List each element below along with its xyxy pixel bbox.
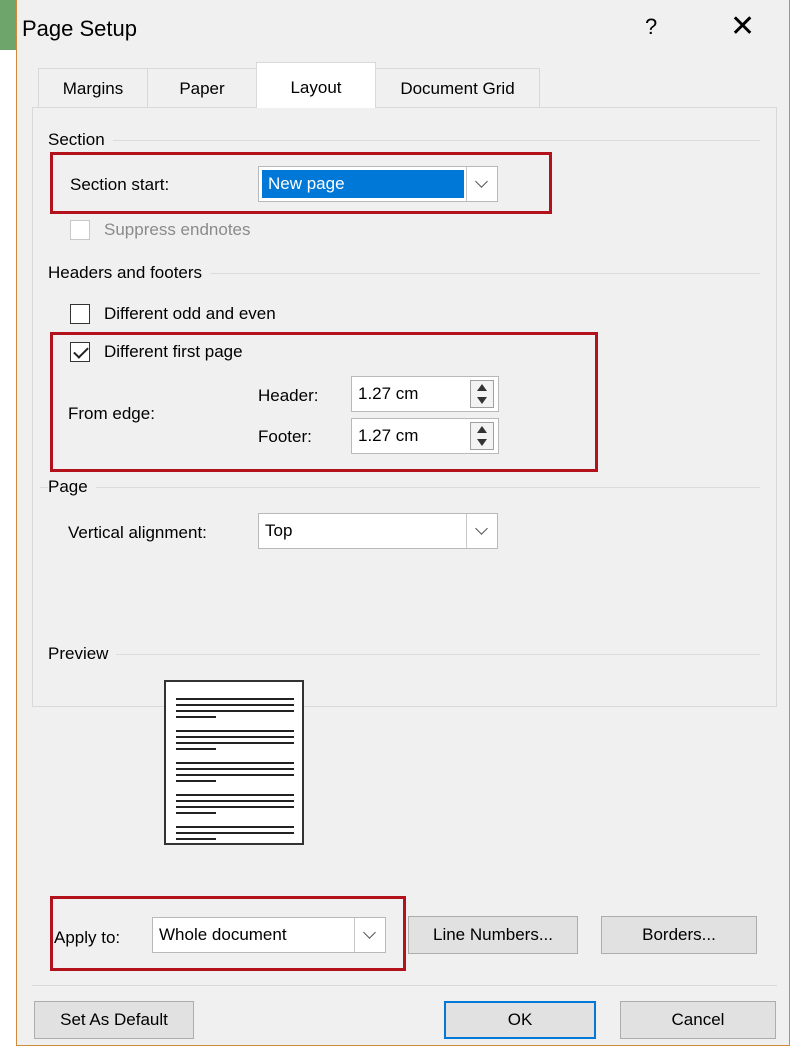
set-as-default-button[interactable]: Set As Default: [34, 1001, 194, 1039]
vertical-alignment-dropdown[interactable]: Top: [258, 513, 498, 549]
page-group-label: Page: [48, 477, 96, 497]
different-odd-even-label: Different odd and even: [104, 304, 276, 323]
arrow-down-icon: [477, 439, 487, 446]
preview-page: [164, 680, 304, 845]
footer-spinner[interactable]: [470, 422, 494, 450]
chevron-down-icon: [475, 522, 488, 535]
chevron-down-icon: [475, 175, 488, 188]
vertical-alignment-label: Vertical alignment:: [68, 523, 207, 542]
different-first-page-label: Different first page: [104, 342, 243, 361]
line-numbers-button[interactable]: Line Numbers...: [408, 916, 578, 954]
panel-bottom-edge: [32, 985, 777, 986]
chevron-down-icon: [363, 926, 376, 939]
apply-to-dropdown-button[interactable]: [354, 918, 385, 952]
section-group-label: Section: [48, 130, 113, 150]
dialog-title: Page Setup: [22, 16, 137, 41]
section-start-value: New page: [262, 170, 464, 198]
header-label: Header:: [258, 386, 319, 405]
tab-document-grid[interactable]: Document Grid: [375, 68, 540, 108]
headers-footers-group-label: Headers and footers: [48, 263, 211, 283]
footer-distance-value: 1.27 cm: [358, 426, 419, 445]
section-start-dropdown-button[interactable]: [466, 167, 497, 201]
section-start-label: Section start:: [70, 175, 170, 194]
background-strip: [0, 0, 16, 50]
ok-button[interactable]: OK: [444, 1001, 596, 1039]
checkmark-icon: [73, 343, 89, 359]
tab-margins[interactable]: Margins: [38, 68, 148, 108]
footer-distance-input[interactable]: 1.27 cm: [351, 418, 499, 454]
borders-button[interactable]: Borders...: [601, 916, 757, 954]
vertical-alignment-dropdown-button[interactable]: [466, 514, 497, 548]
apply-to-dropdown[interactable]: Whole document: [152, 917, 386, 953]
apply-to-value: Whole document: [159, 925, 287, 944]
suppress-endnotes-checkbox[interactable]: [70, 220, 90, 240]
help-button[interactable]: ?: [645, 14, 657, 40]
arrow-up-icon: [477, 426, 487, 433]
close-icon[interactable]: ✕: [730, 12, 755, 42]
suppress-endnotes-label: Suppress endnotes: [104, 220, 251, 239]
vertical-alignment-value: Top: [265, 521, 293, 540]
preview-divider: [48, 654, 760, 655]
cancel-button[interactable]: Cancel: [620, 1001, 776, 1039]
tab-paper[interactable]: Paper: [147, 68, 257, 108]
header-distance-input[interactable]: 1.27 cm: [351, 376, 499, 412]
page-divider: [40, 487, 760, 488]
apply-to-label: Apply to:: [54, 928, 121, 947]
arrow-down-icon: [477, 397, 487, 404]
section-divider: [48, 140, 760, 141]
tab-layout[interactable]: Layout: [256, 62, 376, 108]
section-start-dropdown[interactable]: New page: [258, 166, 498, 202]
different-odd-even-checkbox[interactable]: [70, 304, 90, 324]
header-distance-value: 1.27 cm: [358, 384, 419, 403]
from-edge-label: From edge:: [68, 404, 155, 423]
preview-group-label: Preview: [48, 644, 117, 664]
header-spinner[interactable]: [470, 380, 494, 408]
footer-label: Footer:: [258, 427, 312, 446]
different-first-page-checkbox[interactable]: [70, 342, 90, 362]
arrow-up-icon: [477, 384, 487, 391]
